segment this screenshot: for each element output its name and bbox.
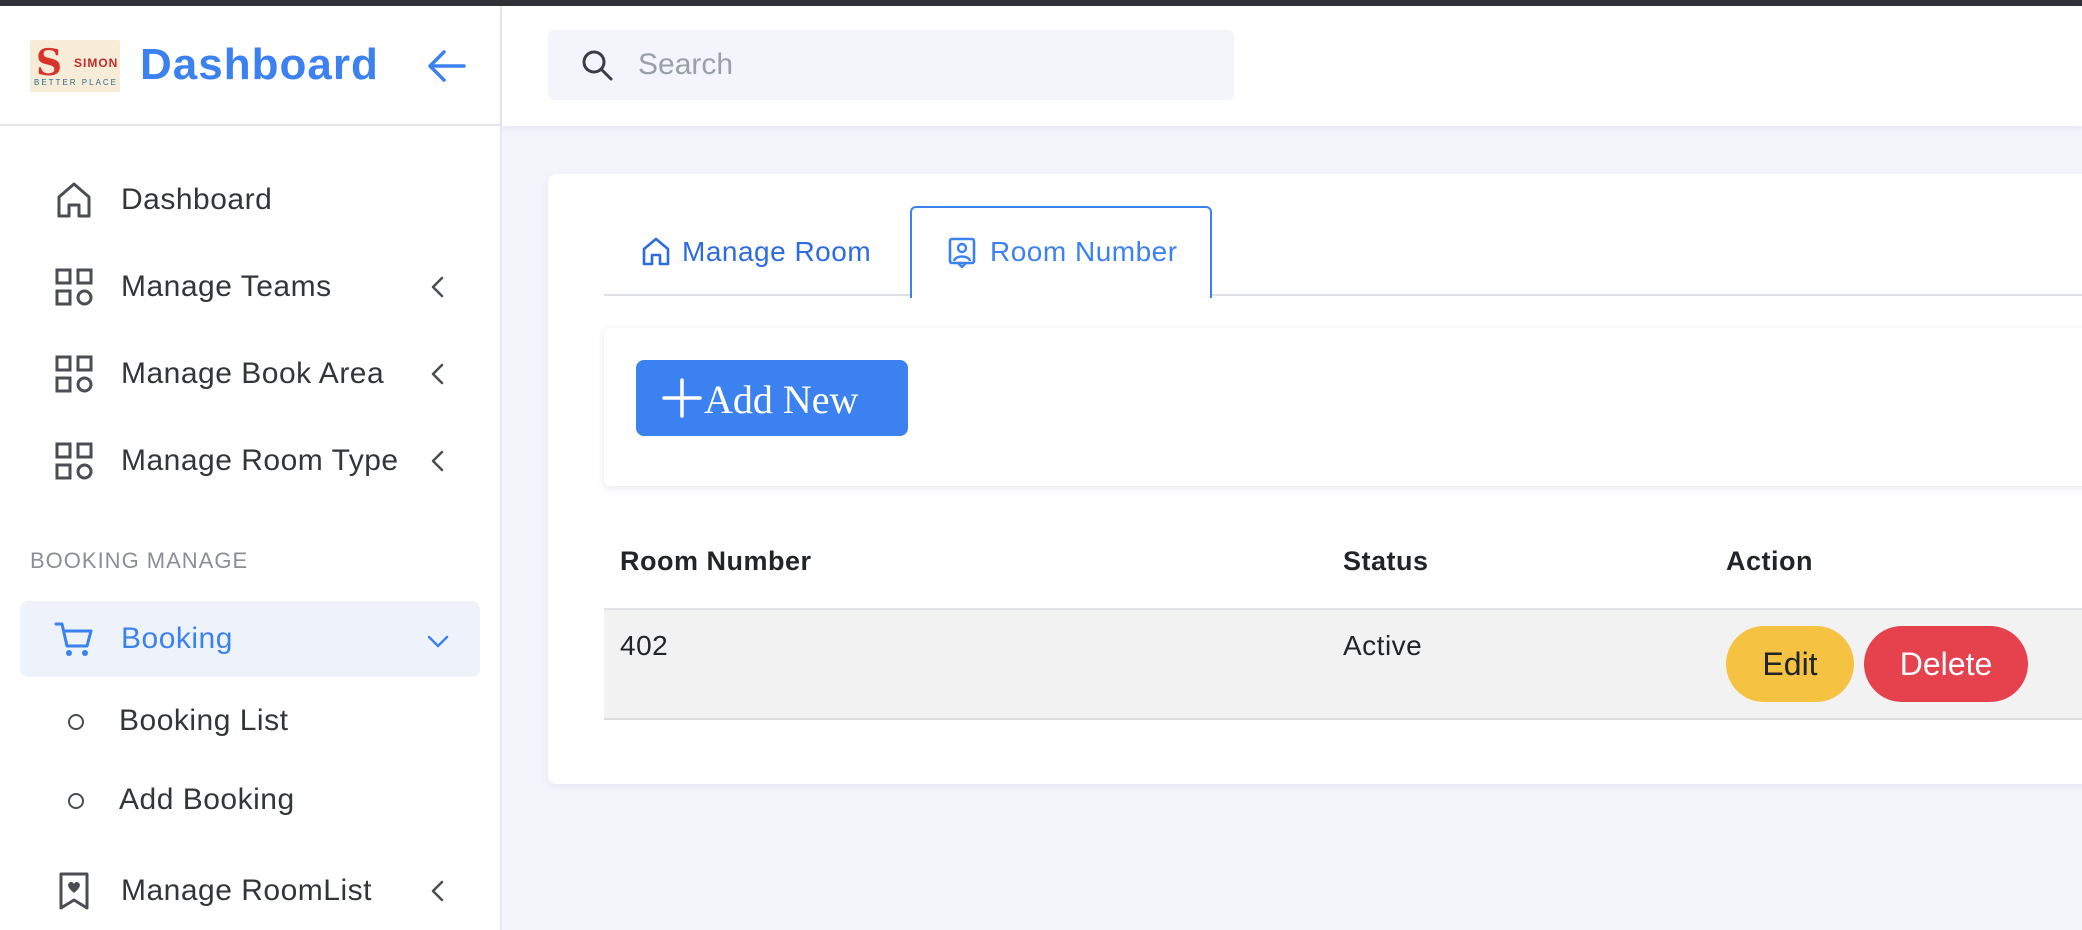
chevron-left-icon	[431, 363, 444, 385]
sidebar-subitem-add-booking[interactable]: Add Booking	[20, 771, 480, 831]
sidebar-item-label: Manage Room Type	[121, 444, 399, 477]
brand-title[interactable]: Dashboard	[140, 40, 379, 90]
logo-subtext: BETTER PLACE	[34, 78, 119, 87]
bookmark-heart-icon	[59, 872, 89, 910]
sidebar-item-manage-room-type[interactable]: Manage Room Type	[20, 423, 480, 499]
sidebar-subitem-label: Booking List	[119, 704, 289, 737]
add-new-button[interactable]: Add New	[636, 360, 908, 436]
section-title-booking-manage: BOOKING MANAGE	[30, 548, 249, 573]
plus-icon	[662, 378, 702, 418]
brand-header: S SIMON BETTER PLACE Dashboard	[0, 6, 500, 126]
arrow-left-icon	[428, 50, 466, 82]
search-box[interactable]	[548, 30, 1234, 100]
sidebar-subitem-booking-list[interactable]: Booking List	[20, 692, 480, 752]
delete-button[interactable]: Delete	[1864, 626, 2028, 702]
add-new-label: Add New	[704, 377, 859, 422]
edit-button[interactable]: Edit	[1726, 626, 1854, 702]
table-row: 402 Active Edit Delete	[604, 610, 2082, 720]
sidebar-subitem-label: Add Booking	[119, 783, 295, 816]
sidebar-item-label: Manage Teams	[121, 270, 332, 303]
top-header	[502, 6, 2082, 126]
tab-room-number[interactable]: Room Number	[910, 206, 1212, 298]
sidebar-item-manage-teams[interactable]: Manage Teams	[20, 249, 480, 325]
brand-logo[interactable]: S SIMON BETTER PLACE	[30, 40, 120, 92]
add-panel: Add New	[604, 328, 2082, 486]
circle-bullet-icon	[68, 793, 84, 809]
sidebar: S SIMON BETTER PLACE Dashboard Dashboard	[0, 6, 502, 930]
tab-label: Manage Room	[682, 236, 872, 267]
sidebar-item-dashboard[interactable]: Dashboard	[20, 162, 480, 238]
cell-room-number: 402	[620, 630, 669, 661]
chevron-left-icon	[431, 450, 444, 472]
sidebar-item-label: Manage RoomList	[121, 874, 372, 907]
grid-icon	[55, 268, 93, 306]
sidebar-item-manage-roomlist[interactable]: Manage RoomList	[20, 853, 480, 929]
cell-status: Active	[1343, 630, 1423, 661]
grid-icon	[55, 355, 93, 393]
tab-label: Room Number	[990, 236, 1178, 267]
sidebar-item-booking[interactable]: Booking	[20, 601, 480, 677]
search-input[interactable]	[638, 30, 1218, 100]
tab-manage-room[interactable]: Manage Room	[640, 206, 900, 296]
sidebar-item-label: Dashboard	[121, 183, 273, 216]
circle-bullet-icon	[68, 714, 84, 730]
chevron-left-icon	[431, 880, 444, 902]
chevron-left-icon	[431, 276, 444, 298]
column-header-room-number: Room Number	[620, 546, 812, 576]
grid-icon	[55, 442, 93, 480]
sidebar-item-label: Manage Book Area	[121, 357, 385, 390]
sidebar-item-label: Booking	[121, 622, 233, 655]
search-icon	[582, 50, 613, 81]
home-icon	[642, 237, 670, 266]
sidebar-collapse-button[interactable]	[424, 46, 468, 86]
logo-text: SIMON	[74, 56, 119, 70]
cart-icon	[54, 622, 93, 656]
column-header-action: Action	[1726, 546, 1813, 576]
home-icon	[57, 182, 91, 218]
sidebar-item-manage-book-area[interactable]: Manage Book Area	[20, 336, 480, 412]
room-number-card: Manage Room Room Number Add New Room Num…	[548, 174, 2082, 784]
chevron-down-icon	[427, 635, 449, 648]
column-header-status: Status	[1343, 546, 1429, 576]
person-square-icon	[948, 237, 976, 268]
